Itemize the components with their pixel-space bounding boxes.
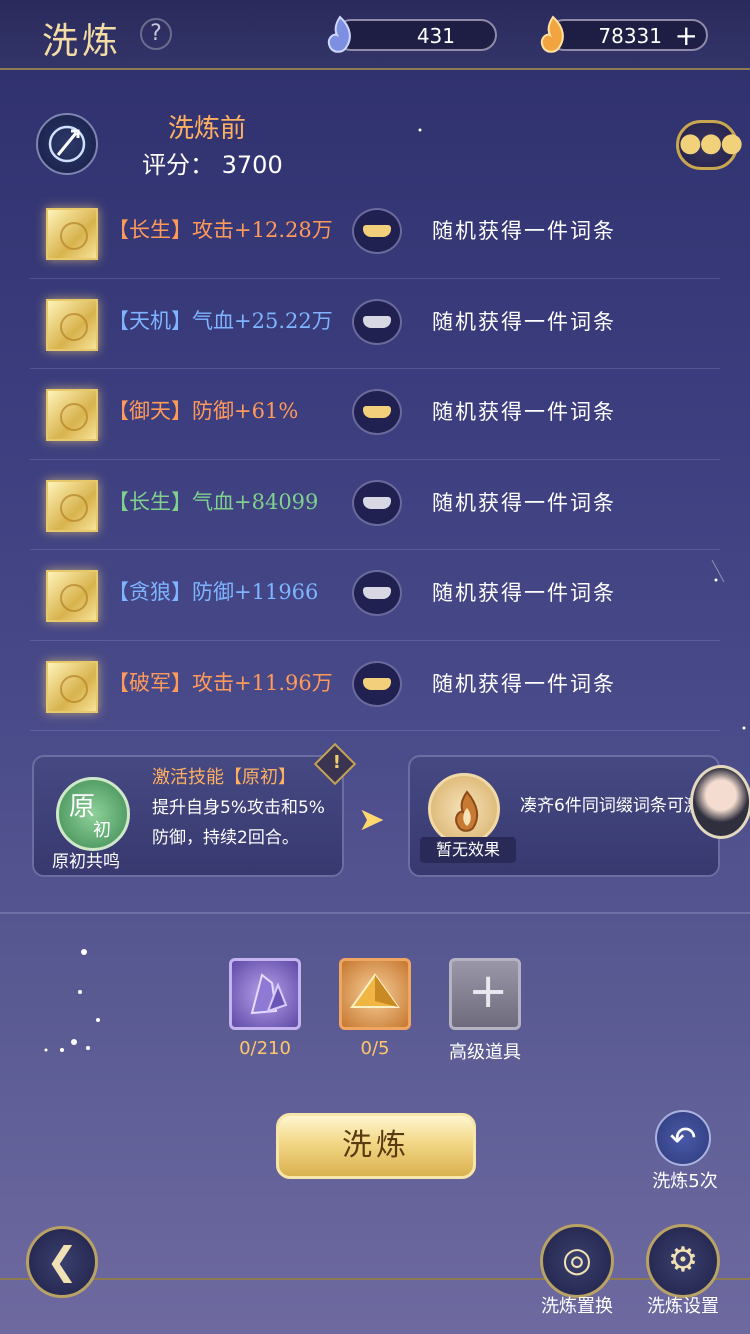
before-refine-label: 洗炼前 [168, 114, 247, 144]
equipment-gem-icon[interactable] [46, 389, 98, 441]
currency-orange: 78331 + [540, 15, 708, 53]
bottom-divider [0, 1278, 750, 1280]
stat-row: 【长生】攻击+12.28万 随机获得一件词条 [30, 188, 720, 279]
random-entry-text: 随机获得一件词条 [432, 490, 616, 515]
currency-blue: 431 [327, 15, 497, 53]
page-title: 洗炼 [42, 21, 123, 62]
gear-icon: ⚙ [667, 1240, 699, 1280]
refine-replace-label: 洗炼置换 [541, 1296, 613, 1317]
swirl-icon: ◎ [562, 1240, 592, 1280]
stat-row: 【天机】气血+25.22万 随机获得一件词条 [30, 279, 720, 369]
equipment-gem-icon[interactable] [46, 479, 98, 532]
currency-value: 431 [416, 24, 455, 48]
lock-icon [363, 315, 391, 328]
refine-preview-icon[interactable] [36, 113, 98, 175]
lock-icon [363, 587, 391, 599]
equipment-gem-icon[interactable] [46, 208, 98, 260]
refine-five-label: 洗炼5次 [652, 1171, 718, 1192]
stat-list: 【长生】攻击+12.28万 随机获得一件词条 【天机】气血+25.22万 随机获… [30, 188, 720, 731]
material-count: 0/210 [239, 1038, 291, 1059]
skill-description: 提升自身5%攻击和5%防御，持续2回合。 [152, 798, 325, 848]
divider [0, 912, 750, 914]
stat-row: 【贪狼】防御+11966 随机获得一件词条 [30, 550, 720, 641]
warning-icon[interactable]: ! [313, 742, 357, 786]
stat-text: 【破军】攻击+11.96万 [108, 670, 333, 695]
back-button[interactable]: ❮ [26, 1226, 98, 1298]
yuan-skill-icon: 原 初 [56, 777, 130, 851]
lock-toggle[interactable] [352, 389, 402, 435]
lock-icon [363, 225, 391, 237]
stat-row: 【御天】防御+61% 随机获得一件词条 [30, 369, 720, 460]
advanced-item-label: 高级道具 [449, 1042, 521, 1063]
equipment-gem-icon[interactable] [46, 298, 98, 351]
random-entry-text: 随机获得一件词条 [432, 581, 616, 605]
top-bar: 洗炼 ? 431 78331 + [0, 0, 750, 70]
avatar[interactable] [690, 765, 750, 839]
stat-text: 【贪狼】防御+11966 [108, 580, 319, 604]
purple-crystal-icon[interactable] [229, 958, 301, 1030]
material-count: 0/5 [360, 1038, 390, 1059]
refine-button[interactable]: 洗炼 [276, 1113, 476, 1179]
currency-value: 78331 [598, 24, 662, 48]
lock-toggle[interactable] [352, 660, 402, 707]
fire-emblem-icon [428, 773, 500, 845]
score-label: 评分： [142, 151, 214, 179]
stat-row: 【长生】气血+84099 随机获得一件词条 [30, 460, 720, 550]
add-currency-button[interactable]: + [675, 19, 698, 52]
back-arrow-icon: ❮ [46, 1239, 78, 1283]
random-entry-text: 随机获得一件词条 [432, 400, 616, 424]
refine-settings-button[interactable]: ⚙ [646, 1224, 720, 1298]
refine-five-button[interactable]: ↶ [655, 1110, 711, 1166]
random-entry-text: 随机获得一件词条 [432, 219, 616, 243]
bond-description: 凑齐6件同词缀词条可激活羁绊效果 [520, 796, 710, 816]
plus-icon: + [468, 963, 509, 1019]
lock-toggle[interactable] [352, 298, 402, 345]
score-value: 3700 [221, 151, 283, 179]
stat-text: 【御天】防御+61% [108, 399, 299, 423]
blue-flame-icon [327, 15, 351, 53]
lock-icon [363, 677, 391, 690]
refine-settings-label: 洗炼设置 [647, 1296, 719, 1317]
help-button[interactable]: ? [140, 18, 172, 50]
bond-panel[interactable]: 暂无效果 凑齐6件同词缀词条可激活羁绊效果 [408, 755, 720, 877]
stat-text: 【长生】攻击+12.28万 [108, 218, 333, 242]
stat-text: 【长生】气血+84099 [108, 489, 319, 514]
stat-text: 【天机】气血+25.22万 [108, 308, 333, 333]
lock-toggle[interactable] [352, 479, 402, 526]
refine-replace-button[interactable]: ◎ [540, 1224, 614, 1298]
arrow-right-icon: ➤ [358, 800, 385, 838]
undo-arrow-icon: ↶ [669, 1119, 697, 1157]
random-entry-text: 随机获得一件词条 [432, 309, 616, 334]
no-effect-badge: 暂无效果 [420, 837, 516, 863]
add-item-button[interactable]: + [449, 958, 521, 1030]
chat-icon: ●●● [679, 128, 743, 158]
skill-icon-label: 原初共鸣 [52, 852, 120, 872]
lock-toggle[interactable] [352, 208, 402, 254]
orange-flame-icon [540, 15, 564, 53]
lock-icon [363, 406, 391, 418]
lock-icon [363, 496, 391, 509]
equipment-gem-icon[interactable] [46, 570, 98, 622]
skill-title: 激活技能【原初】 [152, 767, 296, 788]
gold-pyramid-icon[interactable] [339, 958, 411, 1030]
skill-panel[interactable]: 原 初 原初共鸣 激活技能【原初】 提升自身5%攻击和5%防御，持续2回合。 ! [32, 742, 357, 877]
lock-toggle[interactable] [352, 570, 402, 616]
equipment-gem-icon[interactable] [46, 660, 98, 713]
score: 评分： 3700 [142, 145, 283, 180]
chat-button[interactable]: ●●● [676, 120, 743, 170]
random-entry-text: 随机获得一件词条 [432, 671, 616, 696]
stat-row: 【破军】攻击+11.96万 随机获得一件词条 [30, 641, 720, 731]
